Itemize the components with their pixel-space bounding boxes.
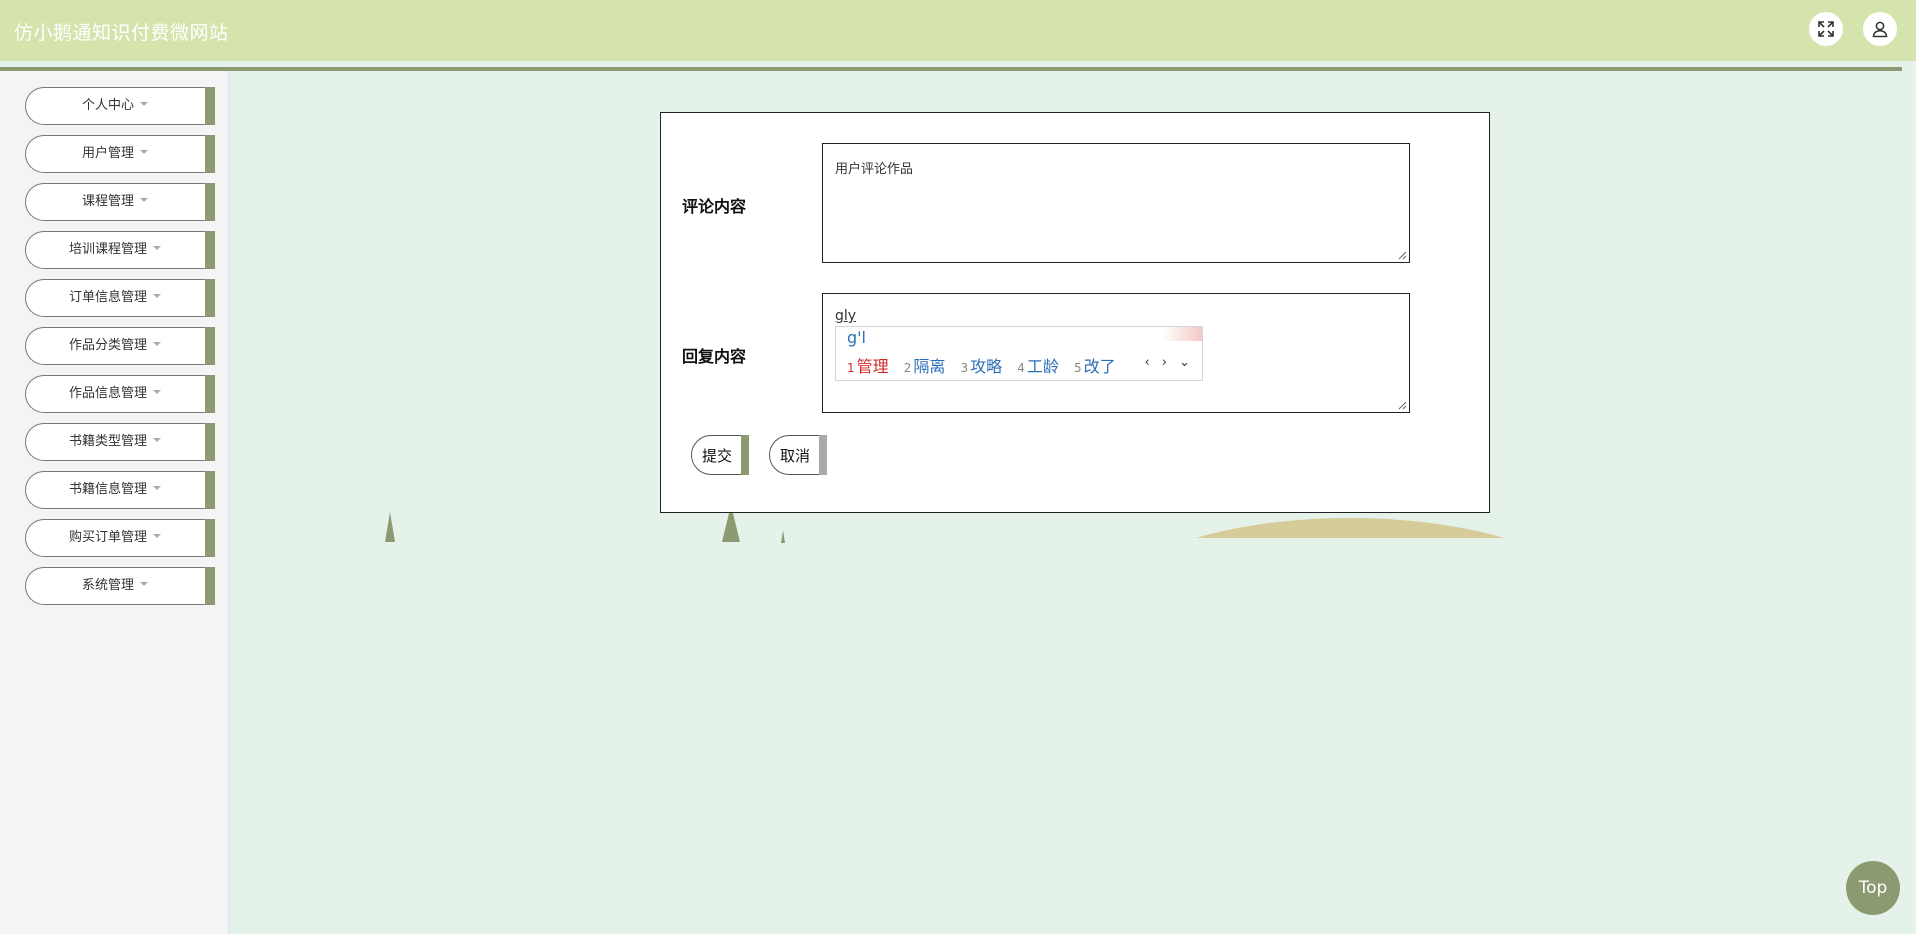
back-to-top-button[interactable]: Top bbox=[1846, 861, 1900, 915]
resize-grip-icon[interactable] bbox=[1397, 250, 1407, 260]
sidebar-item-label: 用户管理 bbox=[81, 146, 134, 161]
caret-down-icon bbox=[140, 102, 148, 106]
sidebar-item-user-management[interactable]: 用户管理 bbox=[25, 135, 215, 173]
sidebar-item-label: 书籍信息管理 bbox=[68, 482, 147, 497]
header-bar: 仿小鹅通知识付费微网站 bbox=[0, 0, 1916, 61]
ime-candidate[interactable]: 5 改了 bbox=[1074, 353, 1116, 377]
sidebar-item-label: 系统管理 bbox=[81, 578, 134, 593]
reply-label: 回复内容 bbox=[682, 347, 747, 366]
caret-down-icon bbox=[153, 390, 161, 394]
ime-candidate[interactable]: 1 管理 bbox=[847, 353, 889, 377]
sidebar-item-label: 培训课程管理 bbox=[68, 242, 147, 257]
caret-down-icon bbox=[153, 342, 161, 346]
sidebar-item-personal-center[interactable]: 个人中心 bbox=[25, 87, 215, 125]
resize-grip-icon[interactable] bbox=[1397, 400, 1407, 410]
caret-down-icon bbox=[153, 246, 161, 250]
sidebar-item-book-type-management[interactable]: 书籍类型管理 bbox=[25, 423, 215, 461]
cancel-button[interactable]: 取消 bbox=[769, 435, 827, 475]
fullscreen-icon bbox=[1818, 21, 1834, 37]
ime-candidate[interactable]: 3 攻略 bbox=[961, 353, 1003, 377]
sidebar-item-label: 书籍类型管理 bbox=[68, 434, 147, 449]
sidebar-item-training-course-management[interactable]: 培训课程管理 bbox=[25, 231, 215, 269]
ime-composition: g'l bbox=[847, 328, 866, 347]
comment-text: 用户评论作品 bbox=[835, 162, 914, 177]
sidebar-item-label: 作品信息管理 bbox=[68, 386, 147, 401]
ime-candidate-popup[interactable]: g'l 1 管理 2 隔离 3 攻略 4 工龄 5 改了 ‹ › ⌄ bbox=[835, 326, 1203, 381]
ime-candidate-list: 1 管理 2 隔离 3 攻略 4 工龄 5 改了 bbox=[847, 353, 1126, 377]
user-icon bbox=[1872, 21, 1888, 38]
sidebar-item-label: 订单信息管理 bbox=[68, 290, 147, 305]
sidebar: 个人中心 用户管理 课程管理 培训课程管理 订单信息管理 作品分类管理 作品信息… bbox=[0, 71, 230, 934]
sidebar-item-system-management[interactable]: 系统管理 bbox=[25, 567, 215, 605]
sidebar-item-label: 个人中心 bbox=[81, 98, 134, 113]
caret-down-icon bbox=[140, 198, 148, 202]
sidebar-item-label: 作品分类管理 bbox=[68, 338, 147, 353]
reply-text: gly bbox=[835, 308, 857, 324]
background-hill bbox=[1105, 518, 1595, 538]
sidebar-item-course-management[interactable]: 课程管理 bbox=[25, 183, 215, 221]
fullscreen-button[interactable] bbox=[1809, 12, 1843, 46]
caret-down-icon bbox=[153, 294, 161, 298]
comment-textarea[interactable]: 用户评论作品 bbox=[822, 143, 1410, 263]
comment-label: 评论内容 bbox=[682, 197, 747, 216]
caret-down-icon bbox=[153, 438, 161, 442]
sidebar-item-work-info-management[interactable]: 作品信息管理 bbox=[25, 375, 215, 413]
sidebar-item-order-info-management[interactable]: 订单信息管理 bbox=[25, 279, 215, 317]
caret-down-icon bbox=[153, 486, 161, 490]
sidebar-item-book-info-management[interactable]: 书籍信息管理 bbox=[25, 471, 215, 509]
ime-page-arrows-icon[interactable]: ‹ › ⌄ bbox=[1144, 355, 1194, 370]
background-tree bbox=[781, 530, 785, 543]
sidebar-item-label: 购买订单管理 bbox=[68, 530, 147, 545]
caret-down-icon bbox=[140, 150, 148, 154]
sidebar-item-work-category-management[interactable]: 作品分类管理 bbox=[25, 327, 215, 365]
site-title: 仿小鹅通知识付费微网站 bbox=[14, 22, 229, 44]
header-divider bbox=[0, 67, 1902, 71]
submit-button[interactable]: 提交 bbox=[691, 435, 749, 475]
reply-form: 评论内容 用户评论作品 回复内容 gly 提交 取消 bbox=[660, 112, 1490, 513]
ime-candidate[interactable]: 4 工龄 bbox=[1017, 353, 1059, 377]
sidebar-item-purchase-order-management[interactable]: 购买订单管理 bbox=[25, 519, 215, 557]
background-tree bbox=[385, 512, 395, 542]
caret-down-icon bbox=[153, 534, 161, 538]
caret-down-icon bbox=[140, 582, 148, 586]
ime-candidate[interactable]: 2 隔离 bbox=[904, 353, 946, 377]
ime-skin-decoration bbox=[1162, 327, 1202, 341]
user-button[interactable] bbox=[1863, 12, 1897, 46]
sidebar-item-label: 课程管理 bbox=[81, 194, 134, 209]
